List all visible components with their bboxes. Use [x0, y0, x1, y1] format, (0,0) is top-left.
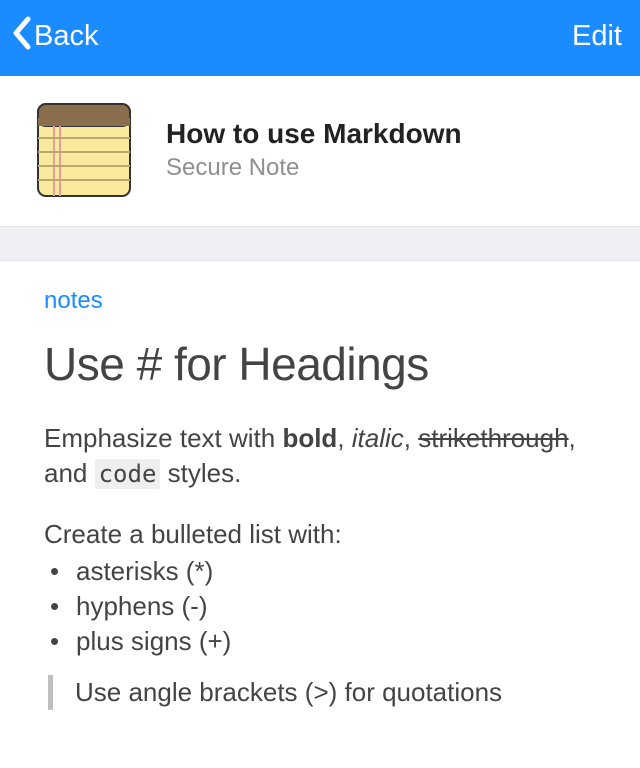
bullet-list: asterisks (*) hyphens (-) plus signs (+): [50, 554, 596, 659]
blockquote-text: Use angle brackets (>) for quotations: [75, 677, 502, 707]
emphasis-prefix: Emphasize text with: [44, 423, 282, 453]
note-content: notes Use # for Headings Emphasize text …: [0, 261, 640, 710]
navigation-bar: Back Edit: [0, 0, 640, 76]
blockquote: Use angle brackets (>) for quotations: [48, 675, 596, 710]
note-header: How to use Markdown Secure Note: [0, 76, 640, 227]
italic-sample: italic: [352, 423, 404, 453]
strikethrough-sample: strikethrough: [418, 423, 568, 453]
list-intro: Create a bulleted list with:: [44, 519, 596, 550]
code-sample: code: [95, 459, 161, 489]
list-item: hyphens (-): [50, 589, 596, 624]
note-subtitle: Secure Note: [166, 154, 462, 182]
list-item: asterisks (*): [50, 554, 596, 589]
chevron-left-icon: [10, 15, 32, 59]
note-header-text: How to use Markdown Secure Note: [166, 118, 462, 182]
list-item: plus signs (+): [50, 624, 596, 659]
back-label: Back: [34, 20, 98, 53]
notepad-icon: [36, 102, 132, 198]
section-divider: [0, 227, 640, 261]
back-button[interactable]: Back: [10, 13, 98, 59]
edit-button[interactable]: Edit: [572, 20, 622, 53]
emphasis-paragraph: Emphasize text with bold, italic, strike…: [44, 421, 596, 491]
rendered-heading: Use # for Headings: [44, 337, 596, 391]
note-title: How to use Markdown: [166, 118, 462, 150]
field-label-notes: notes: [44, 287, 596, 315]
bold-sample: bold: [282, 423, 337, 453]
